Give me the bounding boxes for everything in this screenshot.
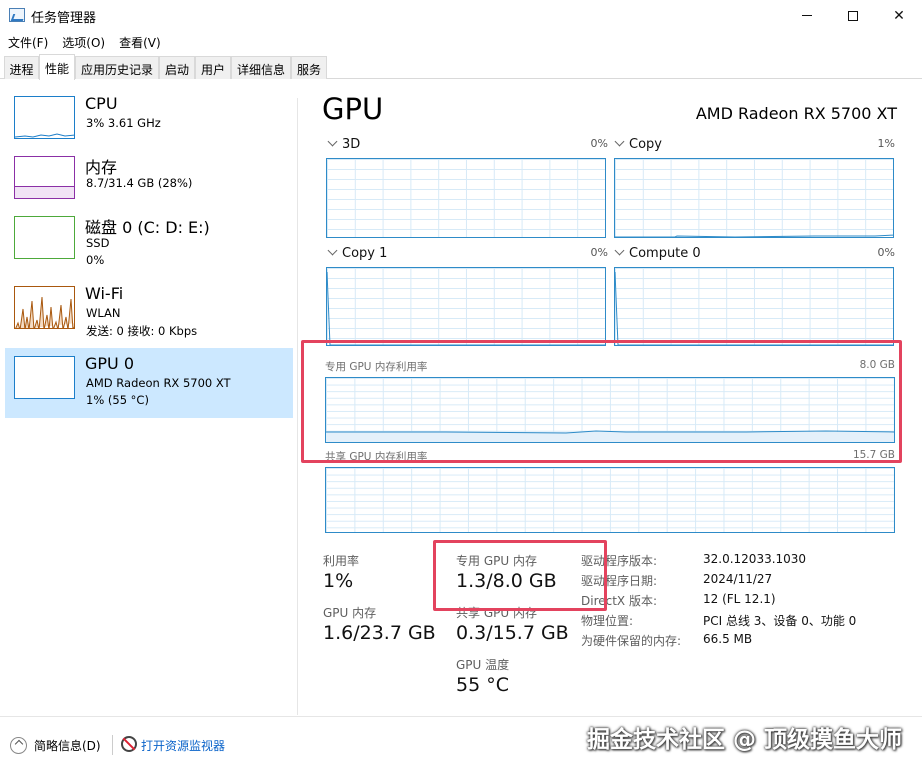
tab-app-history[interactable]: 应用历史记录 — [75, 56, 159, 79]
chevron-down-icon — [614, 245, 625, 256]
summary-view-button[interactable]: 简略信息(D) — [34, 737, 101, 754]
engine-value: 1% — [877, 137, 895, 150]
menu-file[interactable]: 文件(F) — [0, 31, 54, 53]
page-title: GPU — [322, 92, 384, 126]
chevron-down-icon — [327, 136, 338, 147]
resource-detail-2: 0% — [86, 253, 105, 267]
menu-view[interactable]: 查看(V) — [111, 31, 167, 53]
tab-startup[interactable]: 启动 — [159, 56, 195, 79]
maximize-button[interactable] — [830, 0, 876, 31]
menu-bar: 文件(F) 选项(O) 查看(V) — [0, 31, 922, 53]
engine-label: Copy — [629, 137, 662, 152]
resource-name: 内存 — [85, 158, 118, 177]
title-bar: 任务管理器 ✕ — [0, 0, 922, 31]
resource-detail: WLAN — [86, 306, 121, 320]
resource-gpu[interactable]: GPU 0 AMD Radeon RX 5700 XT 1% (55 °C) — [5, 348, 293, 418]
resource-detail: SSD — [86, 236, 110, 250]
tab-users[interactable]: 用户 — [195, 56, 231, 79]
resource-disk[interactable]: 磁盘 0 (C: D: E:) SSD 0% — [5, 208, 293, 278]
gpu-thumbnail — [14, 356, 75, 399]
gpu-memory-label: GPU 内存 — [323, 606, 377, 620]
hardware-reserved-memory-label: 为硬件保留的内存: — [581, 634, 682, 648]
gpu-model-name: AMD Radeon RX 5700 XT — [695, 104, 897, 123]
driver-date-value: 2024/11/27 — [703, 572, 773, 586]
footer-separator — [112, 735, 113, 755]
resource-name: GPU 0 — [85, 354, 135, 373]
engine-3d-selector[interactable]: 3D — [326, 136, 361, 152]
engine-value: 0% — [590, 137, 608, 150]
cpu-thumbnail — [14, 96, 75, 139]
resource-detail: 3% 3.61 GHz — [86, 116, 161, 130]
hardware-reserved-memory-value: 66.5 MB — [703, 632, 753, 646]
engine-copy-graph — [614, 158, 894, 238]
utilization-value: 1% — [323, 570, 354, 592]
engine-3d-graph — [326, 158, 606, 238]
resource-detail-2: 1% (55 °C) — [86, 393, 149, 407]
engine-label: 3D — [342, 137, 361, 152]
resource-detail: AMD Radeon RX 5700 XT — [86, 376, 231, 390]
driver-version-value: 32.0.12033.1030 — [703, 552, 807, 566]
menu-options[interactable]: 选项(O) — [54, 31, 111, 53]
resource-wifi[interactable]: Wi-Fi WLAN 发送: 0 接收: 0 Kbps — [5, 278, 293, 348]
engine-label: Compute 0 — [629, 246, 701, 261]
gpu-memory-value: 1.6/23.7 GB — [323, 622, 436, 644]
utilization-label: 利用率 — [323, 554, 360, 568]
memory-thumbnail — [14, 156, 75, 199]
physical-location-value: PCI 总线 3、设备 0、功能 0 — [703, 614, 857, 628]
disk-thumbnail — [14, 216, 75, 259]
tab-services[interactable]: 服务 — [291, 56, 327, 79]
engine-value: 0% — [877, 246, 895, 259]
tab-bar: 进程 性能 应用历史记录 启动 用户 详细信息 服务 — [0, 53, 922, 80]
chevron-up-icon[interactable] — [10, 737, 27, 754]
resource-detail: 8.7/31.4 GB (28%) — [86, 176, 193, 190]
wifi-thumbnail — [14, 286, 75, 329]
highlight-box-dedicated-value — [433, 540, 607, 611]
gpu-temp-label: GPU 温度 — [456, 658, 510, 672]
shared-memory-value: 0.3/15.7 GB — [456, 622, 569, 644]
resource-detail-2: 发送: 0 接收: 0 Kbps — [86, 324, 198, 338]
chevron-down-icon — [327, 245, 338, 256]
resource-list: CPU 3% 3.61 GHz 内存 8.7/31.4 GB (28%) 磁盘 … — [0, 80, 296, 715]
physical-location-label: 物理位置: — [581, 614, 634, 628]
resource-name: CPU — [85, 94, 118, 113]
task-manager-icon — [9, 8, 25, 22]
engine-label: Copy 1 — [342, 246, 388, 261]
shared-memory-graph — [325, 467, 895, 533]
tab-performance[interactable]: 性能 — [39, 54, 75, 80]
chevron-down-icon — [614, 136, 625, 147]
resource-name: Wi-Fi — [85, 284, 124, 303]
gpu-temp-value: 55 °C — [456, 674, 509, 696]
engine-copy1-graph — [326, 267, 606, 346]
tab-details[interactable]: 详细信息 — [231, 56, 291, 79]
close-icon: ✕ — [893, 7, 905, 24]
watermark: 掘金技术社区 @ 顶级摸鱼大师 — [586, 727, 902, 753]
engine-value: 0% — [590, 246, 608, 259]
minimize-button[interactable] — [784, 0, 830, 31]
window-title: 任务管理器 — [31, 11, 97, 26]
resource-name: 磁盘 0 (C: D: E:) — [85, 218, 210, 237]
engine-copy-selector[interactable]: Copy — [613, 136, 662, 152]
open-resource-monitor-link[interactable]: 打开资源监视器 — [141, 737, 225, 754]
engine-copy1-selector[interactable]: Copy 1 — [326, 245, 388, 261]
highlight-box-dedicated-graph — [301, 340, 902, 463]
panel-divider — [297, 98, 298, 715]
engine-compute0-selector[interactable]: Compute 0 — [613, 245, 701, 261]
engine-compute0-graph — [614, 267, 894, 346]
resource-monitor-icon — [121, 736, 137, 752]
close-button[interactable]: ✕ — [876, 0, 922, 31]
tab-processes[interactable]: 进程 — [4, 56, 39, 79]
minimize-icon — [802, 15, 812, 16]
directx-version-value: 12 (FL 12.1) — [703, 592, 776, 606]
maximize-icon — [848, 10, 858, 21]
